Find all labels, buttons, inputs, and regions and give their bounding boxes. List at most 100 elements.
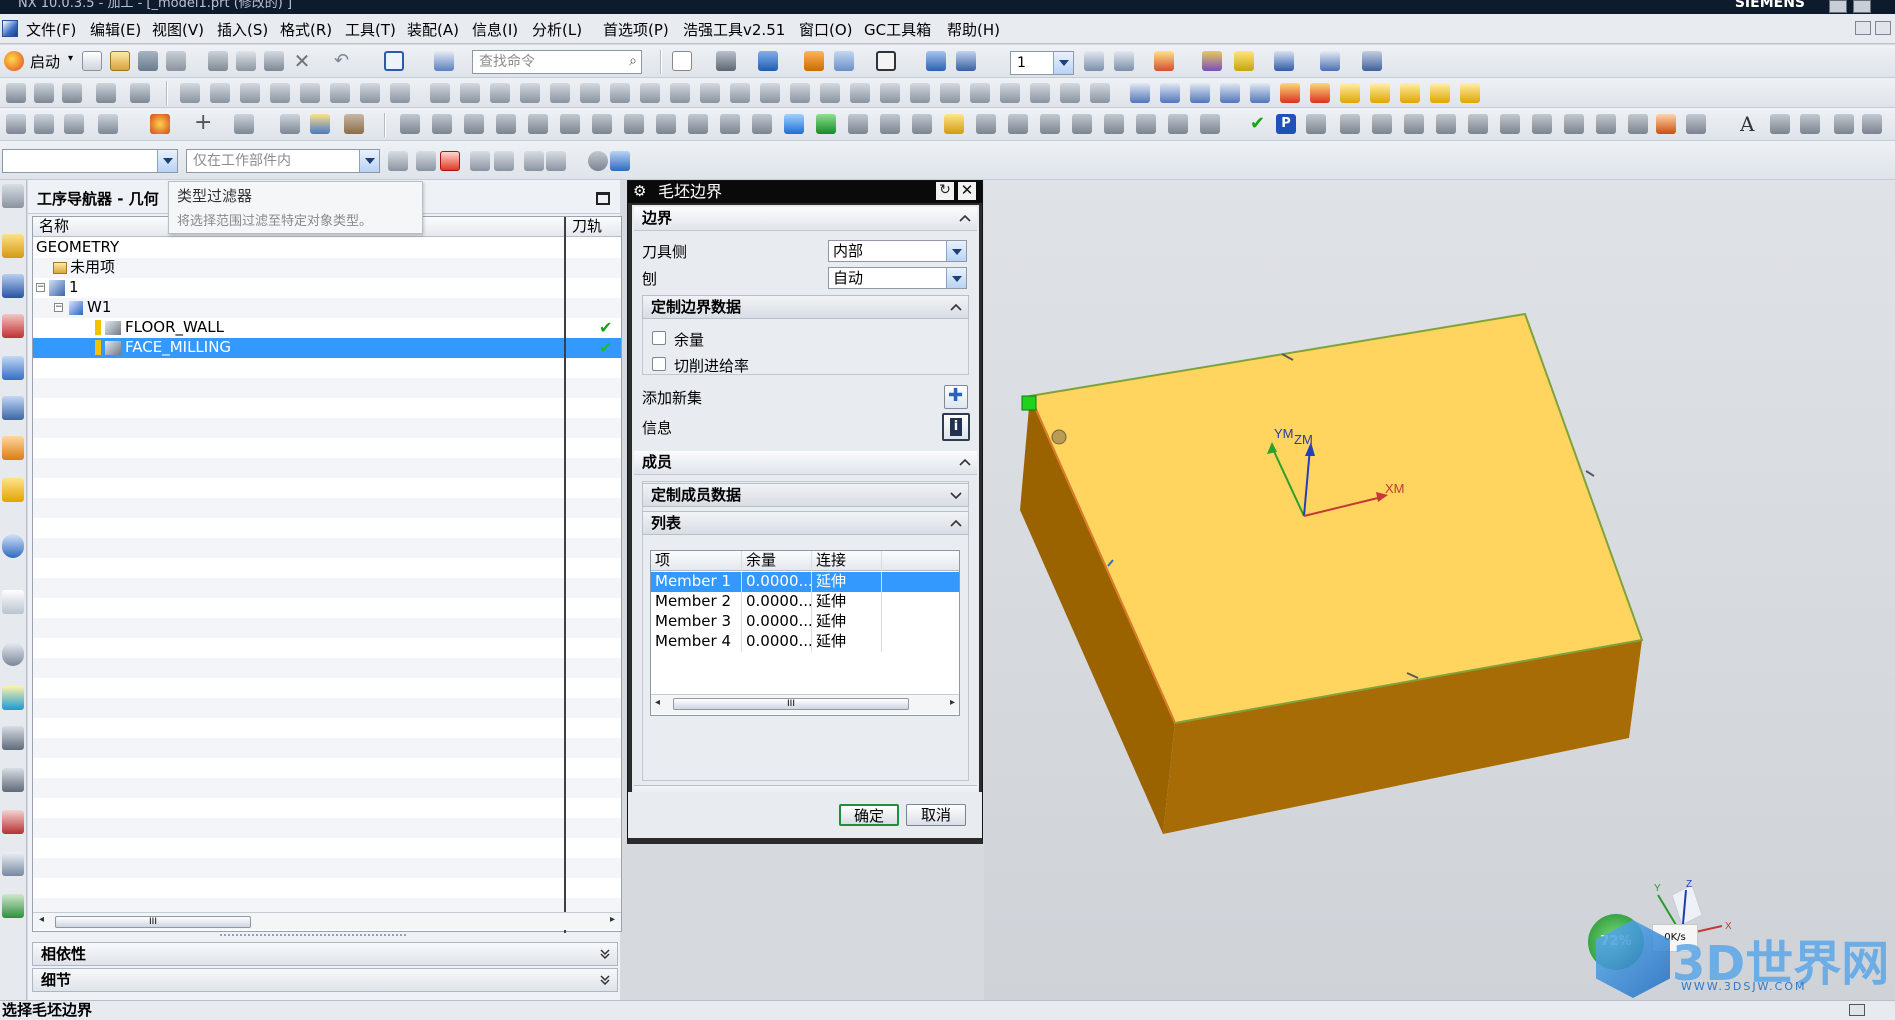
roles-icon[interactable] (2, 686, 24, 710)
feed-speed-icon[interactable] (670, 83, 690, 103)
deselect-all-icon[interactable] (470, 151, 490, 171)
hole-icon[interactable] (464, 114, 484, 134)
text-icon[interactable]: A (1740, 114, 1760, 134)
feature-palette-icon[interactable] (2, 894, 24, 918)
rename-object-icon[interactable] (580, 83, 600, 103)
cut-object-icon[interactable] (460, 83, 480, 103)
member-row[interactable]: Member 2 0.0000... 延伸 (651, 592, 959, 612)
start-point-marker[interactable] (1021, 395, 1037, 411)
display-object-icon[interactable] (640, 83, 660, 103)
feed-rate-checkbox[interactable] (652, 357, 666, 371)
extrude-icon[interactable] (400, 114, 420, 134)
layer-settings-icon[interactable] (1250, 83, 1270, 103)
simulate-icon[interactable] (1320, 51, 1340, 71)
menu-analysis[interactable]: 分析(L) (532, 19, 582, 40)
ok-button[interactable]: 确定 (839, 804, 899, 826)
shaded-icon[interactable] (150, 114, 170, 134)
sphere-select-icon[interactable] (588, 151, 608, 171)
tool-side-select[interactable]: 内部 (828, 240, 967, 262)
col-link-header[interactable]: 连接 (812, 551, 882, 571)
menu-edit[interactable]: 编辑(E) (90, 19, 141, 40)
view-orient-icon[interactable] (758, 51, 778, 71)
edge-blend-icon[interactable] (688, 114, 708, 134)
stock-checkbox[interactable] (652, 331, 666, 345)
show-hide-icon[interactable] (1274, 51, 1294, 71)
create-operation-icon[interactable] (130, 83, 150, 103)
move-to-layer-icon[interactable] (956, 51, 976, 71)
part-icon[interactable] (64, 114, 84, 134)
cancel-button[interactable]: 取消 (906, 804, 966, 826)
direction-ball[interactable] (1051, 429, 1067, 445)
chevron-down-icon[interactable] (157, 150, 177, 172)
trim-body-icon[interactable] (912, 114, 932, 134)
col-item-header[interactable]: 项 (651, 551, 742, 571)
scroll-right-icon[interactable]: ▸ (610, 914, 615, 925)
datum-plane-icon[interactable] (234, 114, 254, 134)
dependencies-panel[interactable]: 相依性 (32, 942, 618, 966)
menu-format[interactable]: 格式(R) (280, 19, 332, 40)
doc-close-button[interactable] (1875, 21, 1891, 35)
wcs-icon[interactable] (1154, 51, 1174, 71)
fixture-icon[interactable] (34, 114, 54, 134)
assembly-navigator-icon[interactable] (2, 234, 24, 258)
search-input[interactable]: 查找命令 ⌕ (472, 50, 642, 74)
revolve-icon[interactable] (432, 114, 452, 134)
split-body-icon[interactable] (944, 114, 964, 134)
thicken-icon[interactable] (1040, 114, 1060, 134)
select-features-icon[interactable] (416, 151, 436, 171)
collapse-icon[interactable]: − (36, 283, 45, 292)
fit-view-icon[interactable] (672, 51, 692, 71)
reset-icon[interactable]: ↻ (936, 182, 954, 200)
menu-window[interactable]: 窗口(O) (799, 19, 853, 40)
scroll-left-icon[interactable]: ◂ (655, 697, 660, 708)
parameters-icon[interactable]: P (1276, 114, 1296, 134)
mass-props-icon[interactable] (1404, 114, 1424, 134)
cut-icon[interactable] (208, 51, 228, 71)
start-icon[interactable] (4, 51, 24, 71)
restore-button[interactable] (1853, 0, 1871, 13)
part-navigator-icon[interactable] (1628, 114, 1648, 134)
custom-member-header[interactable]: 定制成员数据 (642, 483, 969, 507)
align-bottom-icon[interactable] (1400, 83, 1420, 103)
layer-settings-icon[interactable] (1084, 51, 1104, 71)
create-method-icon[interactable] (96, 83, 116, 103)
tool-path-icon[interactable] (1362, 51, 1382, 71)
member-row[interactable]: Member 4 0.0000... 延伸 (651, 632, 959, 652)
chevron-down-icon[interactable] (946, 268, 966, 288)
layer-visible-icon[interactable] (1130, 83, 1150, 103)
close-icon[interactable]: ✕ (958, 182, 976, 200)
tree-row-face-milling[interactable]: FACE_MILLING ✔ (33, 338, 621, 358)
feature-browser-icon[interactable] (1596, 114, 1616, 134)
offset-curve-icon[interactable] (1030, 83, 1050, 103)
tree-row-floor-wall[interactable]: FLOOR_WALL ✔ (33, 318, 621, 338)
background-icon[interactable] (876, 51, 896, 71)
menu-view[interactable]: 视图(V) (152, 19, 204, 40)
line-icon[interactable] (910, 83, 930, 103)
model-view[interactable]: YM ZM XM X Y Z (984, 180, 1895, 1000)
menu-haoqiang-tools[interactable]: 浩强工具v2.51 (683, 19, 785, 40)
measure-angle-icon[interactable] (1372, 114, 1392, 134)
menu-preferences[interactable]: 首选项(P) (603, 19, 669, 40)
snap-settings-icon[interactable] (546, 151, 566, 171)
edit-section-icon[interactable] (804, 51, 824, 71)
machine-view-icon[interactable] (760, 83, 780, 103)
boss-icon[interactable] (496, 114, 516, 134)
color-icon[interactable] (1656, 114, 1676, 134)
snap-view-icon[interactable] (834, 51, 854, 71)
fullscreen-icon[interactable] (1849, 1004, 1865, 1016)
scrollbar-thumb[interactable]: III (673, 698, 909, 710)
delete-face-icon[interactable] (1136, 114, 1156, 134)
open-folder-icon[interactable] (110, 51, 130, 71)
scroll-right-icon[interactable]: ▸ (950, 697, 955, 708)
general-selection-icon[interactable] (388, 151, 408, 171)
list-path-icon[interactable] (240, 83, 260, 103)
part-navigator-icon[interactable] (2, 314, 24, 338)
replay-path-icon[interactable] (210, 83, 230, 103)
layer-category-icon[interactable] (1160, 83, 1180, 103)
splitter-handle[interactable] (220, 934, 406, 940)
analysis-navigator-icon[interactable] (2, 768, 24, 792)
new-file-icon[interactable] (82, 51, 102, 71)
system-scenes-icon[interactable] (2, 726, 24, 750)
annotation-icon[interactable] (1770, 114, 1790, 134)
trim-curve-icon[interactable] (1090, 83, 1110, 103)
